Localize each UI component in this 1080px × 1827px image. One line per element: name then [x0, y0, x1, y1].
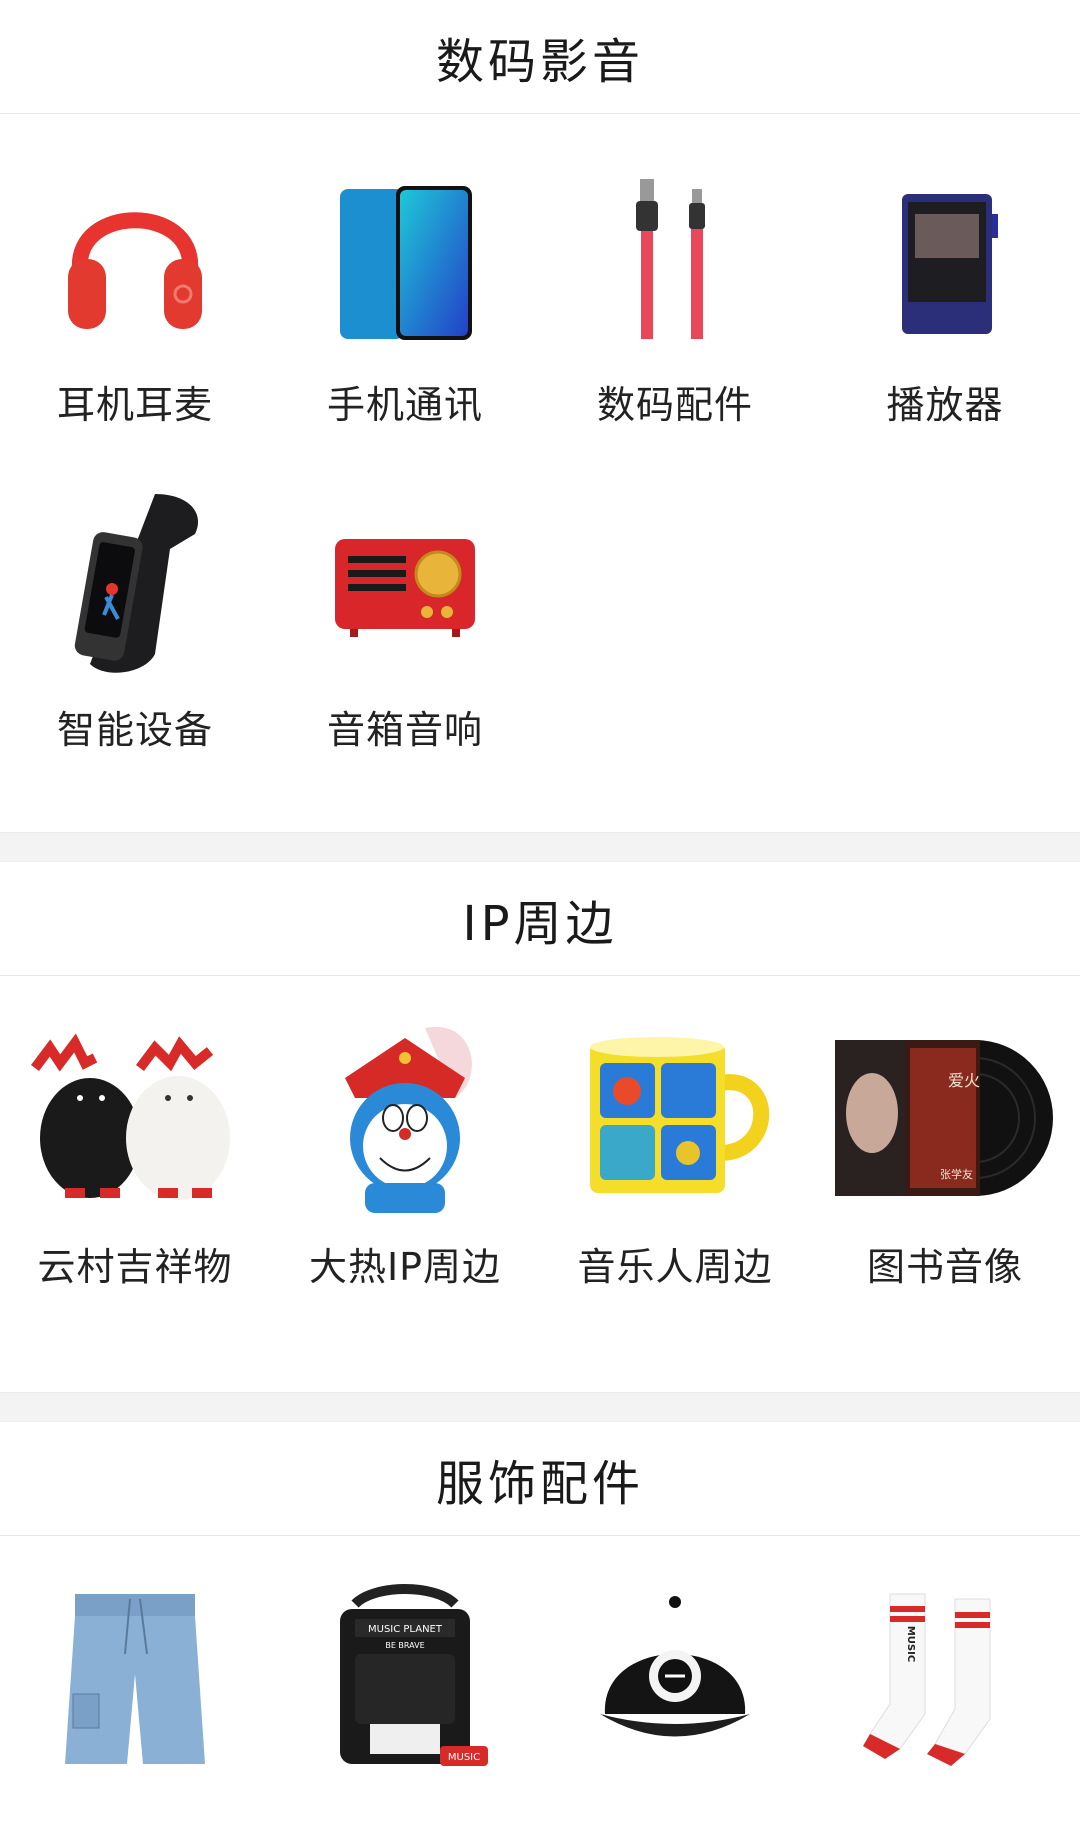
album-title: 爱火: [948, 1071, 980, 1090]
category-label: 播放器: [886, 383, 1004, 427]
vinyl-record-icon: 爱火 张学友: [820, 1008, 1070, 1228]
category-mascot[interactable]: 云村吉祥物: [0, 1008, 270, 1291]
socks-icon: MUSIC: [825, 1574, 1065, 1784]
sock-print: MUSIC: [905, 1626, 916, 1662]
headphones-icon: [15, 154, 255, 364]
category-socks[interactable]: MUSIC: [810, 1574, 1080, 1784]
category-label: 云村吉祥物: [37, 1245, 233, 1289]
section-header: 服饰配件: [0, 1422, 1080, 1536]
category-label: 音箱音响: [326, 708, 483, 752]
bag-print-1: MUSIC PLANET: [368, 1624, 443, 1635]
category-hot-ip[interactable]: 大热IP周边: [270, 1008, 540, 1291]
shorts-icon: [15, 1574, 255, 1784]
category-speaker[interactable]: 音箱音响: [270, 479, 540, 804]
shoulder-bag-icon: MUSIC PLANET BE BRAVE MUSIC: [285, 1574, 525, 1784]
category-label: 大热IP周边: [308, 1245, 502, 1289]
category-label: 智能设备: [56, 708, 213, 752]
category-cap[interactable]: [540, 1574, 810, 1784]
category-grid: 耳机耳麦 手机通讯 数码配件 播放器 智能设备 音箱音响: [0, 114, 1080, 804]
category-music-player[interactable]: 播放器: [810, 154, 1080, 479]
music-player-icon: [825, 154, 1065, 364]
section-title: 服饰配件: [435, 1455, 644, 1512]
section-title: 数码影音: [435, 33, 644, 90]
category-digital-accessories[interactable]: 数码配件: [540, 154, 810, 479]
section-title: IP周边: [462, 895, 618, 952]
usb-cable-icon: [555, 154, 795, 364]
category-musician-merch[interactable]: 音乐人周边: [540, 1008, 810, 1291]
category-smart-device[interactable]: 智能设备: [0, 479, 270, 804]
section-header: 数码影音: [0, 0, 1080, 114]
category-headphones[interactable]: 耳机耳麦: [0, 154, 270, 479]
album-artist: 张学友: [940, 1167, 973, 1181]
category-label: 音乐人周边: [577, 1245, 773, 1289]
section-apparel: 服饰配件 MUSIC PLANET BE BRAVE MUSIC MUSIC: [0, 1422, 1080, 1784]
category-label: 手机通讯: [326, 383, 483, 427]
category-smartphone[interactable]: 手机通讯: [270, 154, 540, 479]
section-divider: [0, 832, 1080, 862]
category-label: 图书音像: [866, 1245, 1023, 1289]
smart-band-icon: [15, 479, 255, 689]
cap-icon: [555, 1574, 795, 1784]
category-label: 耳机耳麦: [56, 383, 213, 427]
doraemon-icon: [280, 1008, 530, 1228]
section-divider: [0, 1392, 1080, 1422]
mascot-plush-icon: [10, 1008, 260, 1228]
section-ip-merch: IP周边 云村吉祥物 大热IP周边 音乐人周边 爱火 张学友 图书音像: [0, 862, 1080, 1392]
category-grid: MUSIC PLANET BE BRAVE MUSIC MUSIC: [0, 1536, 1080, 1784]
category-label: 数码配件: [596, 383, 753, 427]
category-bag[interactable]: MUSIC PLANET BE BRAVE MUSIC: [270, 1574, 540, 1784]
category-grid: 云村吉祥物 大热IP周边 音乐人周边 爱火 张学友 图书音像: [0, 976, 1080, 1291]
section-header: IP周边: [0, 862, 1080, 976]
bag-print-2: BE BRAVE: [385, 1641, 424, 1650]
category-books-av[interactable]: 爱火 张学友 图书音像: [810, 1008, 1080, 1291]
category-shorts[interactable]: [0, 1574, 270, 1784]
radio-speaker-icon: [285, 479, 525, 689]
mug-icon: [550, 1008, 800, 1228]
section-digital-audio: 数码影音 耳机耳麦 手机通讯 数码配件 播放器 智能设备 音箱音响: [0, 0, 1080, 832]
bag-tag-print: MUSIC: [448, 1752, 480, 1763]
smartphone-icon: [285, 154, 525, 364]
